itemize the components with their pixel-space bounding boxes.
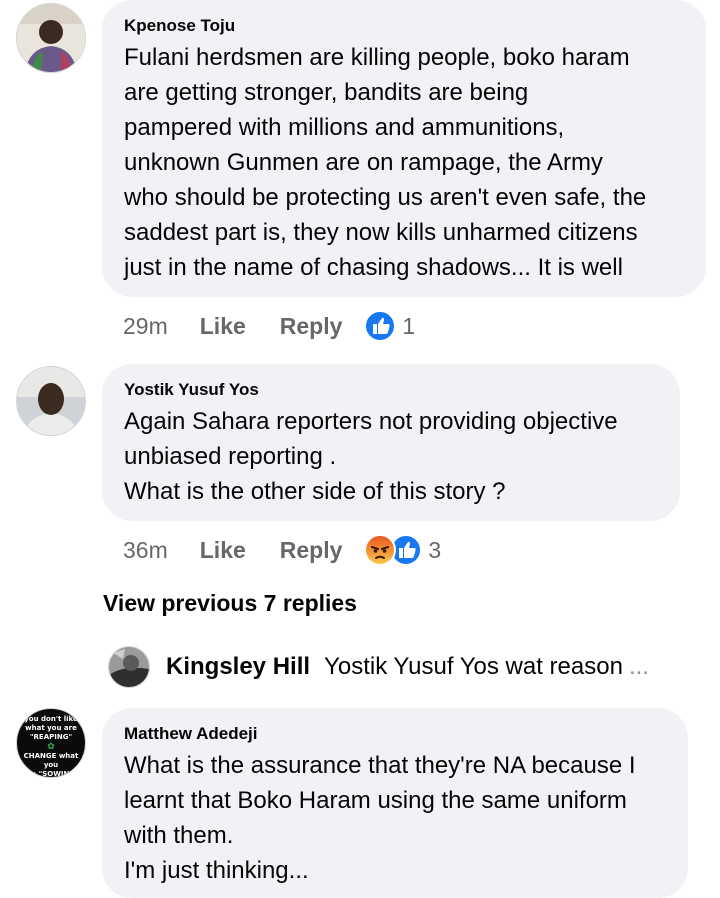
like-icon	[364, 310, 397, 342]
reply-ellipsis: ...	[628, 653, 649, 680]
avatar-quote-line: are "SOWING"	[23, 770, 79, 778]
comment-line: with them.	[124, 822, 234, 849]
comment-bubble: Kpenose Toju Fulani herdsmen are killing…	[102, 0, 706, 297]
comment-author[interactable]: Matthew Adedeji	[124, 724, 666, 744]
like-button[interactable]: Like	[200, 537, 246, 564]
view-previous-replies-link[interactable]: View previous 7 replies	[103, 590, 357, 617]
comment-author[interactable]: Yostik Yusuf Yos	[124, 380, 658, 400]
angry-icon	[364, 534, 397, 566]
comment-actions: 36m Like Reply 3	[123, 533, 441, 567]
comment-text: Fulani herdsmen are killing people, boko…	[124, 40, 684, 285]
avatar-photo	[17, 4, 85, 72]
avatar-matthew-adedeji[interactable]: you don't like what you are "REAPING" ✿ …	[16, 708, 86, 778]
comment-text: Again Sahara reporters not providing obj…	[124, 404, 658, 509]
comment-author[interactable]: Kpenose Toju	[124, 16, 684, 36]
avatar-quote-line: "REAPING"	[29, 733, 73, 741]
reaction-count: 3	[428, 536, 442, 563]
reply-button[interactable]: Reply	[280, 313, 343, 340]
comment-line: just in the name of chasing shadows... I…	[124, 254, 623, 281]
reaction-summary[interactable]	[364, 310, 397, 342]
comment-line: What is the other side of this story ?	[124, 478, 506, 505]
comment-line: Fulani herdsmen are killing people, boko…	[124, 44, 630, 71]
comment-line: I'm just thinking...	[124, 857, 309, 884]
avatar-photo	[109, 647, 149, 687]
comment-line: learnt that Boko Haram using the same un…	[124, 787, 627, 814]
reply-text: Yostik Yusuf Yos wat reason	[324, 653, 623, 680]
like-button[interactable]: Like	[200, 313, 246, 340]
avatar-kpenose-toju[interactable]	[16, 3, 86, 73]
avatar-quote-line: what you are	[25, 724, 77, 732]
avatar-kingsley-hill[interactable]	[108, 646, 150, 688]
reply-button[interactable]: Reply	[280, 537, 343, 564]
comment-timestamp[interactable]: 29m	[123, 313, 168, 340]
reply-author[interactable]: Kingsley Hill	[166, 653, 310, 681]
avatar-quote-line: you don't like	[24, 715, 78, 723]
comment-line: are getting stronger, bandits are being	[124, 79, 529, 106]
comment-line: Again Sahara reporters not providing obj…	[124, 408, 618, 435]
avatar-quote-line: CHANGE what you	[23, 752, 79, 769]
avatar-quote-image: you don't like what you are "REAPING" ✿ …	[17, 715, 85, 778]
plant-icon: ✿	[47, 742, 55, 752]
avatar-photo	[17, 367, 85, 435]
comment-timestamp[interactable]: 36m	[123, 537, 168, 564]
comment-line: unknown Gunmen are on rampage, the Army	[124, 149, 603, 176]
comment-line: pampered with millions and ammunitions,	[124, 114, 565, 141]
comment-bubble: Yostik Yusuf Yos Again Sahara reporters …	[102, 364, 680, 521]
comment-bubble: Matthew Adedeji What is the assurance th…	[102, 708, 688, 898]
comment-text: What is the assurance that they're NA be…	[124, 748, 666, 888]
reply-preview[interactable]: Kingsley Hill Yostik Yusuf Yos wat reaso…	[108, 645, 649, 689]
reaction-count: 1	[402, 312, 416, 339]
comment-line: saddest part is, they now kills unharmed…	[124, 219, 638, 246]
reaction-summary[interactable]	[364, 534, 423, 566]
comment-line: unbiased reporting .	[124, 443, 337, 470]
comment-actions: 29m Like Reply 1	[123, 309, 415, 343]
comment-line: who should be protecting us aren't even …	[124, 184, 647, 211]
avatar-yostik-yusuf-yos[interactable]	[16, 366, 86, 436]
comment-line: What is the assurance that they're NA be…	[124, 752, 636, 779]
